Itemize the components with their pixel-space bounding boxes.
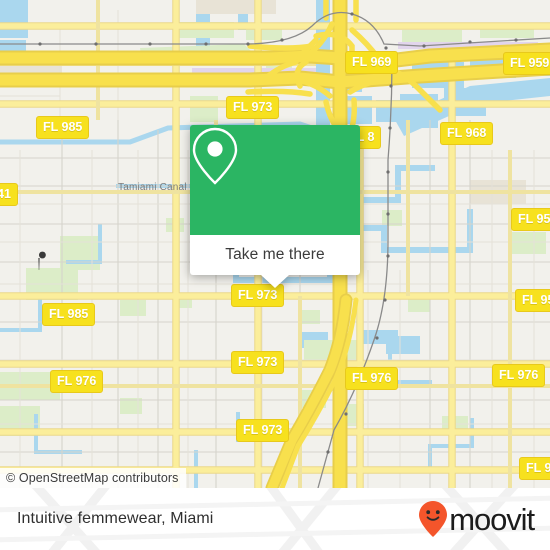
road-shield: FL 969 xyxy=(345,51,399,74)
location-popup-card[interactable]: Take me there xyxy=(190,125,360,288)
map-attribution[interactable]: © OpenStreetMap contributors xyxy=(0,468,186,488)
moovit-logo[interactable]: moovit xyxy=(418,500,535,538)
road-shield: FL 985 xyxy=(42,303,96,326)
road-shield: FL 976 xyxy=(345,367,399,390)
popup-header xyxy=(190,125,360,235)
road-shield: FL 959 xyxy=(511,208,550,231)
road-shield: FL 985 xyxy=(36,116,90,139)
road-shield: FL 976 xyxy=(50,370,104,393)
road-shield: FL 976 xyxy=(492,364,546,387)
road-shield: 41 xyxy=(0,183,18,206)
place-label-tamiami-canal: Tamiami Canal xyxy=(118,182,187,193)
moovit-pin-smiley-icon xyxy=(419,501,448,537)
moovit-location-card: Tamiami Canal FL 969 FL 959 FL 973 FL 985 FL… xyxy=(0,0,550,550)
footer-bar: Intuitive femmewear, Miami moovit xyxy=(0,488,550,550)
moovit-wordmark: moovit xyxy=(449,501,535,537)
road-shield: FL 9 xyxy=(519,457,550,480)
road-shield: FL 959 xyxy=(515,289,550,312)
road-shield: FL 973 xyxy=(236,419,290,442)
road-shield: FL 968 xyxy=(440,122,494,145)
take-me-there-label: Take me there xyxy=(225,246,325,263)
map-canvas[interactable]: Tamiami Canal FL 969 FL 959 FL 973 FL 985 FL… xyxy=(0,0,550,488)
road-shield: FL 973 xyxy=(226,96,280,119)
road-shield: FL 973 xyxy=(231,351,285,374)
road-shield: FL 959 xyxy=(503,52,550,75)
map-pin-icon xyxy=(192,127,238,185)
page-title: Intuitive femmewear, Miami xyxy=(17,510,214,527)
popup-action-row[interactable]: Take me there xyxy=(190,235,360,275)
popup-pointer xyxy=(261,275,289,288)
